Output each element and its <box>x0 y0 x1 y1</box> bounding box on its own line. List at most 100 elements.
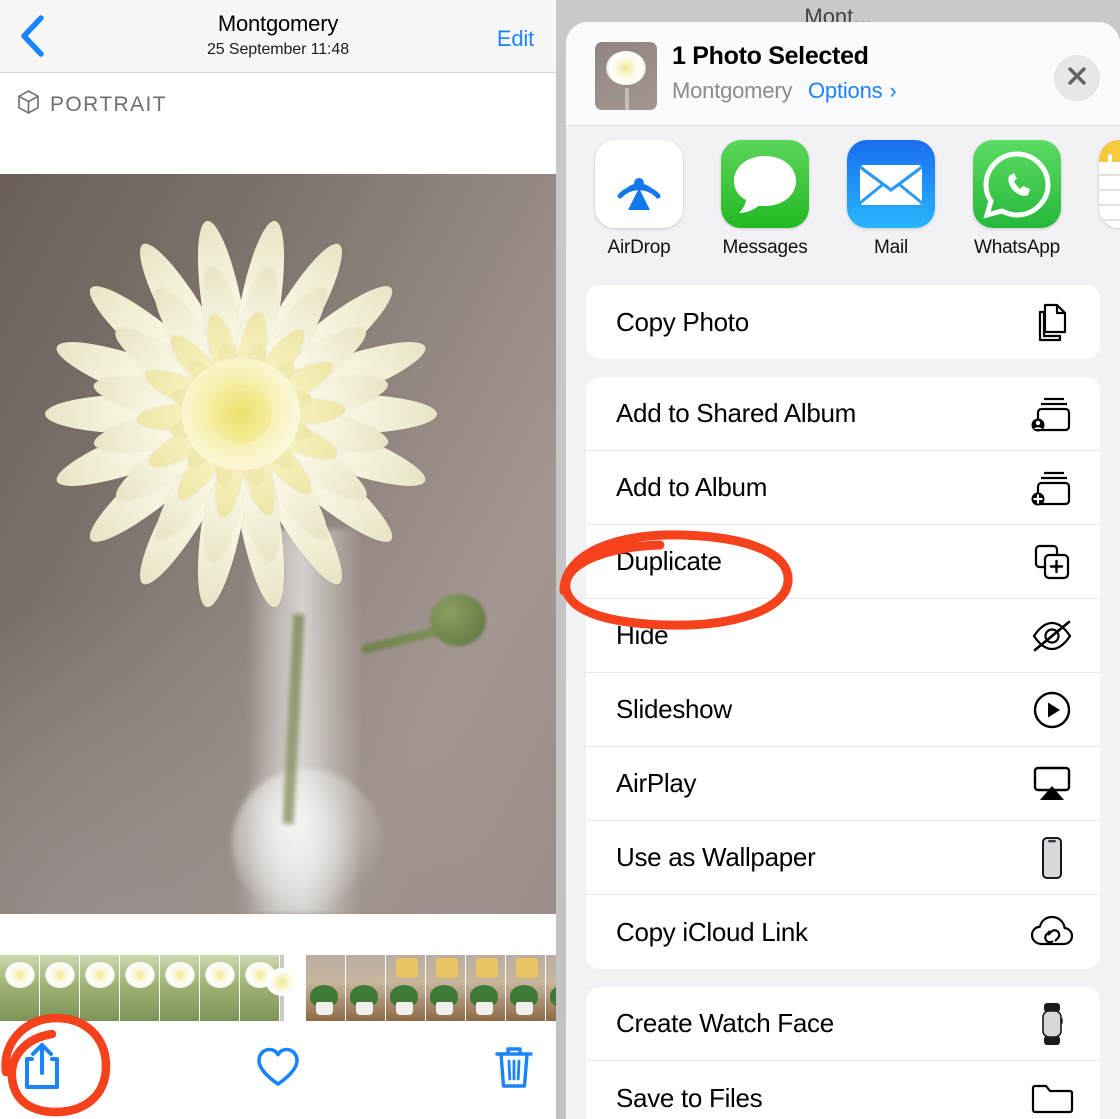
portrait-label: PORTRAIT <box>50 92 167 116</box>
airplay-icon <box>1030 762 1074 806</box>
mail-icon <box>847 140 935 228</box>
share-actions-list: Copy Photo Add to Shared Album Add to Albu… <box>566 285 1120 1119</box>
filmstrip-thumbnail[interactable] <box>306 955 346 1021</box>
page-subtitle: 25 September 11:48 <box>206 41 349 58</box>
filmstrip-thumbnail[interactable] <box>160 955 200 1021</box>
filmstrip-thumbnail[interactable] <box>386 955 426 1021</box>
play-circle-icon <box>1030 688 1074 732</box>
share-action-row-copy-photo[interactable]: Copy Photo <box>586 285 1100 359</box>
filmstrip-thumbnail[interactable] <box>346 955 386 1021</box>
filmstrip-thumbnail[interactable] <box>120 955 160 1021</box>
copy-icon <box>1030 300 1074 344</box>
eye-slash-icon <box>1030 614 1074 658</box>
share-action-label: Slideshow <box>616 694 732 724</box>
share-action-label: Use as Wallpaper <box>616 842 816 872</box>
photo-toolbar <box>0 1021 556 1119</box>
share-action-label: Copy iCloud Link <box>616 916 808 947</box>
filmstrip-thumbnail[interactable] <box>80 955 120 1021</box>
close-button[interactable] <box>1054 55 1100 101</box>
share-sheet-title: 1 Photo Selected <box>672 42 869 70</box>
shared-album-icon <box>1030 392 1074 436</box>
share-sheet: 1 Photo Selected Montgomery Options › Air… <box>566 22 1120 1119</box>
apple-watch-icon <box>1030 1002 1074 1046</box>
share-target-whatsapp[interactable]: WhatsApp <box>966 140 1068 259</box>
share-action-row-hide[interactable]: Hide <box>586 599 1100 673</box>
share-action-row-add-to-album[interactable]: Add to Album <box>586 451 1100 525</box>
share-action-row-airplay[interactable]: AirPlay <box>586 747 1100 821</box>
share-action-label: Hide <box>616 620 669 650</box>
selected-photo-thumbnail[interactable] <box>595 42 657 110</box>
share-target-label: Mail <box>873 237 909 258</box>
share-target-airdrop[interactable]: AirDrop <box>588 140 690 259</box>
share-up-icon <box>19 1041 65 1098</box>
share-action-label: Create Watch Face <box>616 1008 834 1038</box>
filmstrip-thumbnail[interactable] <box>426 955 466 1021</box>
share-action-label: Add to Album <box>616 472 768 502</box>
share-action-label: Duplicate <box>616 546 722 576</box>
vase-bulb <box>232 769 382 914</box>
flower-petals <box>26 204 456 624</box>
trash-icon <box>492 1043 536 1096</box>
portrait-badge-row: PORTRAIT <box>0 73 556 173</box>
share-sheet-pane: Mont... 1 Photo Selected Montgomery Opti… <box>556 0 1120 1119</box>
favorite-button[interactable] <box>242 1033 314 1105</box>
filmstrip-thumbnail[interactable] <box>466 955 506 1021</box>
heart-icon <box>255 1045 301 1094</box>
iphone-icon <box>1030 836 1074 880</box>
add-album-icon <box>1030 466 1074 510</box>
edit-button[interactable]: Edit <box>497 26 534 52</box>
close-icon <box>1066 65 1088 92</box>
share-action-row-create-watch-face[interactable]: Create Watch Face <box>586 987 1100 1061</box>
filmstrip-thumbnail[interactable] <box>0 955 40 1021</box>
photos-detail-pane: Montgomery 25 September 11:48 Edit PORTR… <box>0 0 556 1119</box>
filmstrip-thumbnail[interactable] <box>200 955 240 1021</box>
page-title: Montgomery <box>217 11 339 36</box>
navigation-bar: Montgomery 25 September 11:48 Edit <box>0 0 556 73</box>
share-action-row-slideshow[interactable]: Slideshow <box>586 673 1100 747</box>
share-target-label: WhatsApp <box>973 237 1061 258</box>
chevron-right-icon: › <box>889 78 897 103</box>
share-sheet-subtitle: Montgomery <box>672 78 793 103</box>
share-action-group: Copy Photo <box>586 285 1100 359</box>
portrait-badge[interactable]: PORTRAIT <box>16 89 167 120</box>
options-button[interactable]: Options › <box>808 78 897 104</box>
messages-icon <box>721 140 809 228</box>
share-target-mail[interactable]: Mail <box>840 140 942 259</box>
screen-root: Montgomery 25 September 11:48 Edit PORTR… <box>0 0 1120 1119</box>
share-action-label: AirPlay <box>616 768 697 798</box>
share-action-label: Save to Files <box>616 1082 763 1113</box>
folder-icon <box>1030 1076 1074 1119</box>
photo-viewer[interactable] <box>0 174 556 914</box>
share-target-notes[interactable] <box>1092 140 1120 237</box>
share-target-messages[interactable]: Messages <box>714 140 816 259</box>
share-action-label: Add to Shared Album <box>616 398 857 428</box>
filmstrip-thumbnail[interactable] <box>506 955 546 1021</box>
share-action-row-copy-icloud-link[interactable]: Copy iCloud Link <box>586 895 1100 969</box>
delete-button[interactable] <box>478 1033 550 1105</box>
share-target-label: AirDrop <box>607 237 671 258</box>
filmstrip-selected-thumbnail[interactable] <box>266 955 298 1021</box>
share-action-label: Copy Photo <box>616 306 749 337</box>
share-action-row-duplicate[interactable]: Duplicate <box>586 525 1100 599</box>
share-target-label: Messages <box>722 237 808 258</box>
share-targets-row[interactable]: AirDrop Messages Mail WhatsApp <box>566 126 1120 281</box>
share-button[interactable] <box>6 1033 78 1105</box>
share-action-group: Create Watch Face Save to Files <box>586 987 1100 1119</box>
airdrop-icon <box>595 140 683 228</box>
share-action-group: Add to Shared Album Add to Album Duplicate… <box>586 377 1100 969</box>
share-action-row-add-to-shared-album[interactable]: Add to Shared Album <box>586 377 1100 451</box>
notes-icon <box>1099 140 1120 228</box>
duplicate-icon <box>1030 540 1074 584</box>
photo-filmstrip[interactable] <box>0 955 556 1021</box>
share-sheet-header: 1 Photo Selected Montgomery Options › <box>566 22 1120 126</box>
filmstrip-group-left[interactable] <box>0 955 280 1021</box>
filmstrip-thumbnail[interactable] <box>40 955 80 1021</box>
cube-icon <box>16 89 41 120</box>
whatsapp-icon <box>973 140 1061 228</box>
share-action-row-use-as-wallpaper[interactable]: Use as Wallpaper <box>586 821 1100 895</box>
options-label: Options <box>808 78 883 103</box>
filmstrip-thumbnail[interactable] <box>546 955 556 1021</box>
nav-title-block: Montgomery 25 September 11:48 <box>0 10 556 61</box>
share-action-row-save-to-files[interactable]: Save to Files <box>586 1061 1100 1119</box>
filmstrip-group-right[interactable] <box>284 955 556 1021</box>
